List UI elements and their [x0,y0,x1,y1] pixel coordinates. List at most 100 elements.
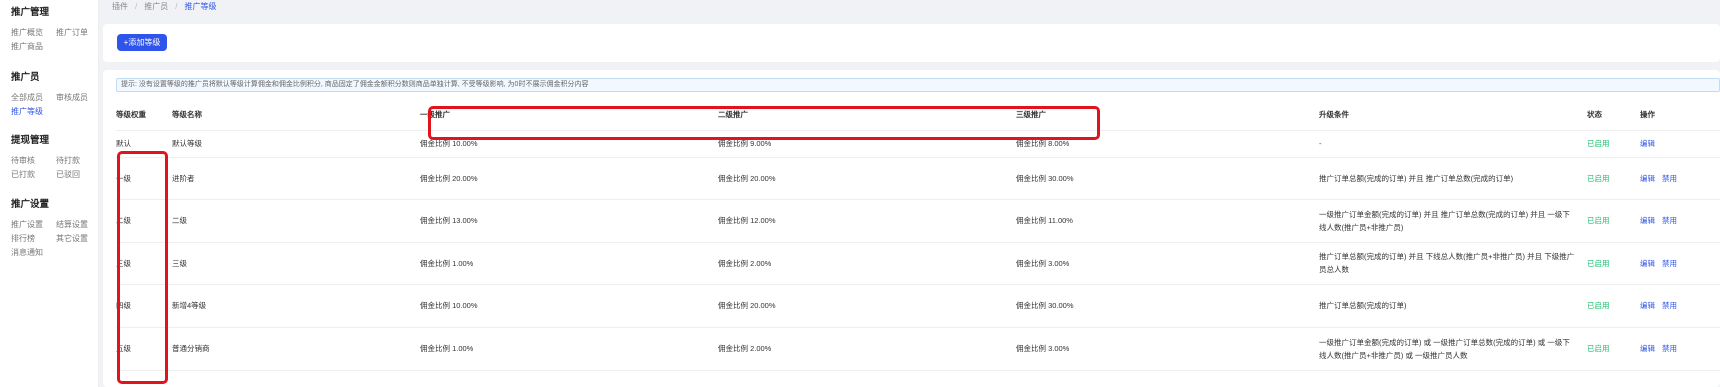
sidebar-item-settlement-settings[interactable]: 结算设置 [56,219,101,230]
breadcrumb-item[interactable]: 插件 [112,2,128,11]
cell-weight: 一级 [116,157,172,200]
cell-weight: 默认 [116,130,172,158]
cell-level2: 佣金比例 2.00% [718,242,1016,285]
cell-weight: 四级 [116,284,172,328]
sidebar-group-title: 推广管理 [11,7,50,18]
cell-level2: 佣金比例 2.00% [718,327,1016,371]
breadcrumb-separator: / [135,2,138,11]
sidebar-item-overview[interactable]: 推广概览 [11,27,56,38]
sidebar-item-promotion-settings[interactable]: 推广设置 [11,219,56,230]
edit-link[interactable]: 编辑 [1640,139,1655,148]
cell-actions: 编辑 禁用 [1640,157,1720,200]
sidebar-item-notifications[interactable]: 消息通知 [11,247,56,258]
disable-link[interactable]: 禁用 [1662,301,1677,310]
cell-level3: 佣金比例 3.00% [1016,327,1319,371]
levels-card: 提示: 没有设置等级的推广员将默认等级计算佣金和佣金比例积分, 商品固定了佣金金… [103,70,1720,387]
header-actions: 操作 [1640,100,1720,131]
sidebar-group-settings: 推广设置 推广设置 结算设置 排行榜 其它设置 消息通知 [11,198,101,258]
cell-weight: 五级 [116,327,172,371]
sidebar-item-review-members[interactable]: 审核成员 [56,92,101,103]
table-header-row: 等级权重 等级名称 一级推广 二级推广 三级推广 升级条件 状态 操作 [116,100,1720,131]
cell-name: 三级 [172,242,420,285]
edit-link[interactable]: 编辑 [1640,216,1655,225]
sidebar-item-products[interactable]: 推广商品 [11,41,56,52]
cell-level2: 佣金比例 20.00% [718,284,1016,328]
cell-actions: 编辑 禁用 [1640,199,1720,243]
table-row: 五级 普通分销商 佣金比例 1.00% 佣金比例 2.00% 佣金比例 3.00… [116,327,1720,371]
cell-level1: 佣金比例 10.00% [420,130,718,158]
sidebar-item-paid[interactable]: 已打款 [11,169,56,180]
header-name: 等级名称 [172,100,420,131]
cell-level1: 佣金比例 1.00% [420,327,718,371]
edit-link[interactable]: 编辑 [1640,174,1655,183]
cell-status: 已启用 [1587,130,1640,158]
sidebar-group-promoters: 推广员 全部成员 审核成员 推广等级 [11,71,101,117]
tip-banner: 提示: 没有设置等级的推广员将默认等级计算佣金和佣金比例积分, 商品固定了佣金金… [116,78,1720,92]
header-condition: 升级条件 [1319,100,1587,131]
sidebar-item-other-settings[interactable]: 其它设置 [56,233,101,244]
cell-level1: 佣金比例 13.00% [420,199,718,243]
header-level3: 三级推广 [1016,100,1319,131]
sidebar-item-rejected[interactable]: 已驳回 [56,169,101,180]
levels-table: 等级权重 等级名称 一级推广 二级推广 三级推广 升级条件 状态 操作 默认 默… [116,100,1720,371]
cell-actions: 编辑 [1640,130,1720,158]
cell-name: 默认等级 [172,130,420,158]
table-row: 四级 新增4等级 佣金比例 10.00% 佣金比例 20.00% 佣金比例 30… [116,284,1720,328]
sidebar: 推广管理 推广概览 推广订单 推广商品 推广员 全部成员 审核成员 推广等级 提… [0,0,99,387]
cell-condition: 推广订单总额(完成的订单) 并且 下线总人数(推广员+非推广员) 并且 下级推广… [1319,242,1587,285]
cell-condition: 一级推广订单金额(完成的订单) 或 一级推广订单总数(完成的订单) 或 一级下线… [1319,327,1587,371]
sidebar-group-title: 推广员 [11,72,40,83]
cell-level1: 佣金比例 10.00% [420,284,718,328]
cell-weight: 二级 [116,199,172,243]
cell-actions: 编辑 禁用 [1640,327,1720,371]
add-level-button[interactable]: +添加等级 [117,34,167,51]
table-row: 一级 进阶者 佣金比例 20.00% 佣金比例 20.00% 佣金比例 30.0… [116,157,1720,200]
header-level2: 二级推广 [718,100,1016,131]
cell-level1: 佣金比例 1.00% [420,242,718,285]
header-weight: 等级权重 [116,100,172,131]
table-row: 默认 默认等级 佣金比例 10.00% 佣金比例 9.00% 佣金比例 8.00… [116,130,1720,158]
cell-weight: 三级 [116,242,172,285]
cell-actions: 编辑 禁用 [1640,242,1720,285]
sidebar-item-pending-review[interactable]: 待审核 [11,155,56,166]
cell-level3: 佣金比例 8.00% [1016,130,1319,158]
disable-link[interactable]: 禁用 [1662,174,1677,183]
cell-status: 已启用 [1587,157,1640,200]
disable-link[interactable]: 禁用 [1662,344,1677,353]
sidebar-group-title: 提现管理 [11,135,50,146]
sidebar-item-levels[interactable]: 推广等级 [11,106,56,117]
cell-level3: 佣金比例 11.00% [1016,199,1319,243]
cell-level2: 佣金比例 20.00% [718,157,1016,200]
sidebar-item-pending-payment[interactable]: 待打款 [56,155,101,166]
disable-link[interactable]: 禁用 [1662,259,1677,268]
disable-link[interactable]: 禁用 [1662,216,1677,225]
edit-link[interactable]: 编辑 [1640,301,1655,310]
cell-name: 新增4等级 [172,284,420,328]
cell-condition: 一级推广订单金额(完成的订单) 并且 推广订单总数(完成的订单) 并且 一级下线… [1319,199,1587,243]
table-row: 三级 三级 佣金比例 1.00% 佣金比例 2.00% 佣金比例 3.00% 推… [116,242,1720,285]
sidebar-item-orders[interactable]: 推广订单 [56,27,101,38]
cell-level3: 佣金比例 30.00% [1016,157,1319,200]
table-row: 二级 二级 佣金比例 13.00% 佣金比例 12.00% 佣金比例 11.00… [116,199,1720,243]
cell-status: 已启用 [1587,327,1640,371]
sidebar-group-promotion: 推广管理 推广概览 推广订单 推广商品 [11,6,101,52]
cell-level2: 佣金比例 12.00% [718,199,1016,243]
cell-status: 已启用 [1587,199,1640,243]
cell-level3: 佣金比例 30.00% [1016,284,1319,328]
header-status: 状态 [1587,100,1640,131]
sidebar-item-all-members[interactable]: 全部成员 [11,92,56,103]
cell-condition: 推广订单总额(完成的订单) [1319,284,1587,328]
cell-name: 二级 [172,199,420,243]
edit-link[interactable]: 编辑 [1640,344,1655,353]
cell-name: 普通分销商 [172,327,420,371]
cell-level2: 佣金比例 9.00% [718,130,1016,158]
breadcrumb-item[interactable]: 推广员 [144,2,168,11]
sidebar-group-withdraw: 提现管理 待审核 待打款 已打款 已驳回 [11,134,101,180]
cell-name: 进阶者 [172,157,420,200]
cell-level1: 佣金比例 20.00% [420,157,718,200]
edit-link[interactable]: 编辑 [1640,259,1655,268]
breadcrumb-current: 推广等级 [184,2,217,11]
sidebar-item-ranking[interactable]: 排行榜 [11,233,56,244]
cell-condition: 推广订单总额(完成的订单) 并且 推广订单总数(完成的订单) [1319,157,1587,200]
cell-actions: 编辑 禁用 [1640,284,1720,328]
